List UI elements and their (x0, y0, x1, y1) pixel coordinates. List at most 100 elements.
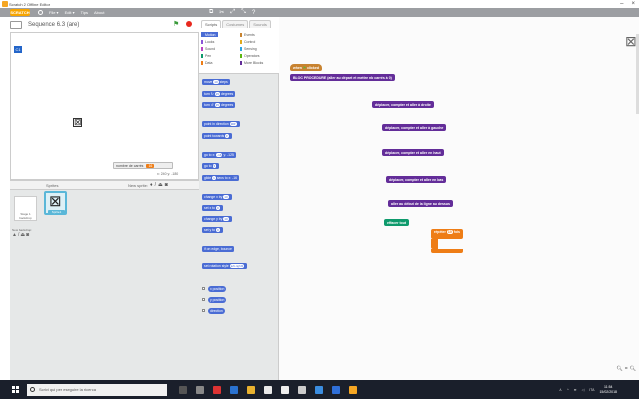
zoom-in-icon[interactable]: 🔍︎ (630, 366, 636, 372)
upload-sprite-icon[interactable]: ⏏ (158, 182, 163, 188)
block-input[interactable]: left-right▾ (229, 264, 245, 268)
presentation-mode-icon[interactable] (10, 20, 22, 29)
tab-costumes[interactable]: Costumes (222, 20, 249, 28)
category-control[interactable]: Control (240, 39, 255, 44)
palette-block[interactable]: go to ▾ (202, 163, 220, 169)
sprite-thumbnail[interactable]: ⊠ Sprite1 (44, 191, 67, 215)
block-input[interactable]: -16 (216, 153, 223, 157)
tray-chevron-icon[interactable]: ^ (567, 388, 569, 392)
block-input[interactable]: ▾ (212, 164, 217, 168)
tab-scripts[interactable]: Scripts (201, 20, 222, 28)
backdrop-camera-icon[interactable]: ◙ (26, 232, 29, 238)
repeat-block[interactable]: répéter 10 fois (431, 229, 464, 239)
app-word-icon[interactable] (315, 385, 323, 394)
palette-block[interactable]: turn ↺ 15 degrees (202, 102, 236, 108)
zoom-reset-icon[interactable]: = (625, 366, 628, 372)
app-store-icon[interactable] (264, 385, 272, 394)
sprite-crossbox-icon[interactable]: ⊠ (73, 118, 82, 127)
help-icon[interactable]: ? (252, 10, 255, 16)
reporter-checkbox[interactable] (202, 287, 205, 290)
palette-block[interactable]: move 10 steps (202, 79, 230, 85)
paint-backdrop-icon[interactable]: / (18, 232, 19, 238)
reporter-checkbox[interactable] (202, 309, 205, 312)
category-more-blocks[interactable]: More Blocks (240, 60, 263, 65)
block-input[interactable]: 10 (213, 80, 219, 84)
block-input[interactable]: 0 (215, 228, 220, 232)
category-data[interactable]: Data (201, 60, 212, 65)
palette-block[interactable]: glide 1 secs to x: -16 (202, 175, 240, 181)
zoom-out-icon[interactable]: 🔍︎ (616, 366, 622, 372)
palette-block[interactable]: set rotation style left-right▾ (202, 263, 248, 269)
windows-start-icon[interactable] (12, 386, 19, 393)
app-scratch-icon[interactable] (349, 385, 357, 394)
choose-sprite-icon[interactable]: ♦ (150, 182, 153, 188)
menu-file[interactable]: File ▾ (49, 10, 59, 15)
custom-block-down[interactable]: déplacer, compter et aller en bas (386, 176, 447, 183)
palette-block[interactable]: point towards ▾ (202, 133, 232, 139)
category-sensing[interactable]: Sensing (240, 46, 257, 51)
reporter-block[interactable]: x position (208, 286, 227, 292)
palette-block[interactable]: change y by 10 (202, 216, 232, 222)
category-pen[interactable]: Pen (201, 53, 211, 58)
palette-block[interactable]: point in direction 90▾ (202, 121, 240, 127)
duplicate-icon[interactable]: ⧉ (209, 9, 213, 16)
app-explorer-icon[interactable] (247, 385, 255, 394)
reporter-block[interactable]: direction (208, 308, 225, 314)
globe-icon[interactable] (38, 10, 43, 15)
category-sound[interactable]: Sound (201, 46, 215, 51)
grow-icon[interactable]: ⤢ (230, 9, 235, 16)
procedure-block[interactable]: BLOC PROCEDURE (aller au départ et mettr… (290, 74, 395, 81)
language-indicator[interactable]: ITA (589, 388, 594, 392)
minimize-button[interactable]: – (620, 1, 623, 7)
block-input[interactable]: 10 (223, 217, 229, 221)
palette-block[interactable]: if on edge, bounce (202, 246, 234, 252)
app-edge-icon[interactable] (230, 385, 238, 394)
category-looks[interactable]: Looks (201, 39, 214, 44)
palette-block[interactable]: turn ↻ 15 degrees (202, 91, 236, 97)
category-motion[interactable]: Motion (201, 32, 218, 37)
when-flag-clicked-block[interactable]: when ⚑ clicked (290, 64, 322, 71)
script-area[interactable]: when ⚑ clicked BLOC PROCEDURE (aller au … (279, 17, 639, 380)
taskbar-clock[interactable]: 11:54 15/02/2018 (599, 385, 617, 394)
app-mail-icon[interactable] (281, 385, 289, 394)
stop-icon[interactable] (186, 21, 192, 27)
block-input[interactable]: 15 (214, 103, 220, 107)
block-input[interactable]: 1 (212, 176, 216, 180)
choose-backdrop-icon[interactable]: ▲ (12, 232, 17, 238)
app-pdf-icon[interactable] (213, 385, 221, 394)
app-calendar-icon[interactable] (298, 385, 306, 394)
project-title[interactable]: Sequence 6.3 (are) (28, 22, 79, 28)
stage-canvas[interactable] (10, 32, 199, 180)
menu-edit[interactable]: Edit ▾ (65, 10, 75, 15)
volume-icon[interactable]: ◁ (582, 388, 585, 392)
upload-backdrop-icon[interactable]: ⏏ (20, 232, 25, 238)
paint-sprite-icon[interactable]: / (155, 182, 156, 188)
custom-block-up[interactable]: déplacer, compter et aller en haut (382, 149, 444, 156)
reporter-checkbox[interactable] (202, 298, 205, 301)
microphone-icon[interactable] (179, 385, 187, 394)
shrink-icon[interactable]: ⤡ (241, 9, 246, 16)
wifi-icon[interactable]: ≋ (574, 388, 577, 392)
tab-sounds[interactable]: Sounds (249, 20, 271, 28)
menu-about[interactable]: About (94, 10, 104, 15)
custom-block-left[interactable]: déplacer, compter et aller à gauche (382, 124, 447, 131)
custom-block-next-line[interactable]: aller au début de la ligne au dessus (388, 200, 453, 207)
camera-icon[interactable]: ◙ (165, 182, 168, 188)
category-events[interactable]: Events (240, 32, 255, 37)
repeat-count[interactable]: 10 (446, 230, 453, 234)
block-input[interactable]: 10 (223, 195, 229, 199)
close-button[interactable]: × (631, 1, 635, 7)
palette-block[interactable]: change x by 10 (202, 194, 232, 200)
app-ie-icon[interactable] (332, 385, 340, 394)
palette-block[interactable]: go to x: -16 y: -125 (202, 152, 236, 158)
block-input[interactable]: ▾ (225, 134, 229, 138)
palette-block[interactable]: set y to 0 (202, 227, 223, 233)
category-operators[interactable]: Operators (240, 53, 260, 58)
custom-block-right[interactable]: déplacer, compter et aller à droite (372, 101, 434, 108)
clear-pen-block[interactable]: effacer tout (384, 219, 410, 226)
delete-icon[interactable]: ✂ (219, 9, 224, 16)
palette-block[interactable]: set x to 0 (202, 205, 223, 211)
block-input[interactable]: 15 (214, 92, 220, 96)
task-view-icon[interactable] (196, 385, 204, 394)
block-input[interactable]: 0 (215, 206, 220, 210)
